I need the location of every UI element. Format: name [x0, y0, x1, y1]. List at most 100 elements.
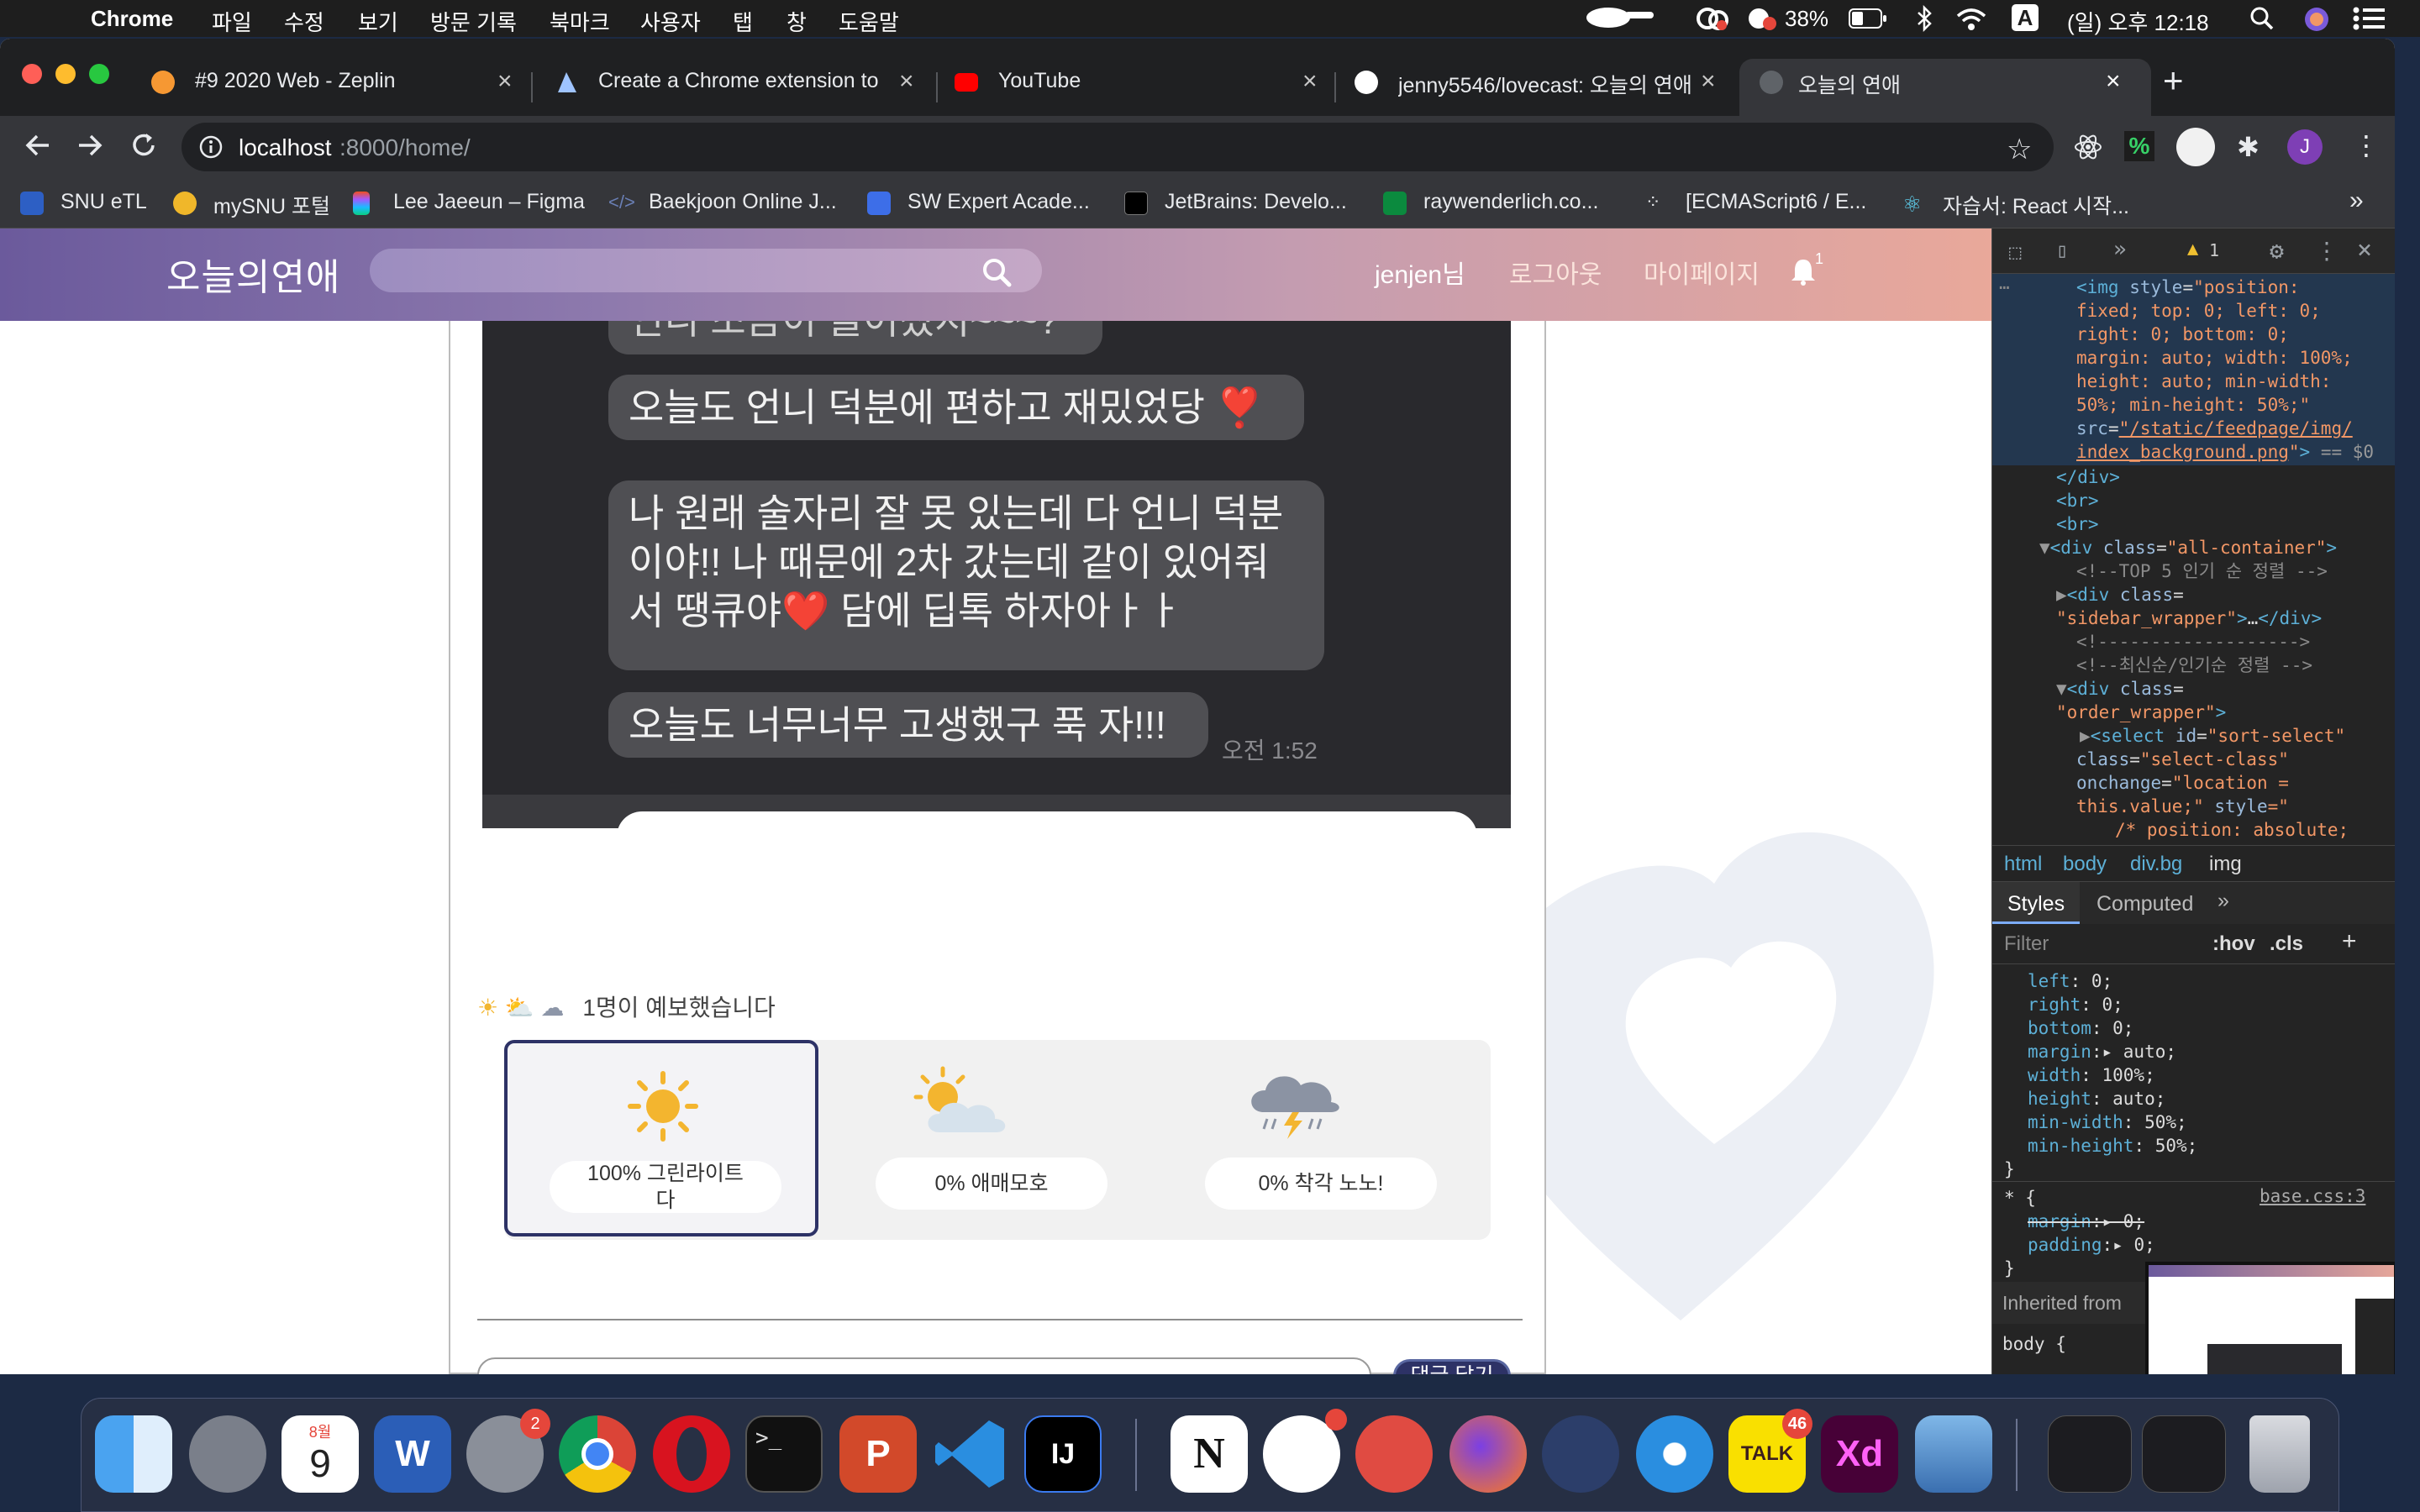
comment-submit-button[interactable]: 댓글 달기	[1393, 1359, 1511, 1374]
menu-history[interactable]: 방문 기록	[430, 6, 517, 37]
nav-username[interactable]: jenjen님	[1375, 254, 1465, 291]
launchpad-icon[interactable]	[189, 1415, 266, 1493]
cls-toggle[interactable]: .cls	[2270, 932, 2303, 956]
warning-icon[interactable]: ▲	[2187, 239, 2198, 260]
close-icon[interactable]: ×	[899, 67, 914, 96]
css-decl[interactable]: left: 0;	[2028, 969, 2112, 993]
css-decl[interactable]: height: auto;	[2028, 1087, 2165, 1110]
profile-avatar[interactable]: J	[2287, 129, 2323, 165]
menu-bookmarks[interactable]: 북마크	[550, 6, 610, 37]
settings-gear-icon[interactable]: ⚙	[2270, 237, 2284, 265]
crumb-div-bg[interactable]: div.bg	[2130, 853, 2182, 876]
new-tab-button[interactable]: +	[2163, 60, 2184, 101]
more-tabs-icon[interactable]: »	[2217, 889, 2229, 913]
css-decl[interactable]: margin:▸ auto;	[2028, 1040, 2176, 1063]
dom-node-order[interactable]: ▼<div class=	[2056, 677, 2184, 701]
close-devtools-icon[interactable]: ×	[2357, 235, 2372, 265]
intellij-icon[interactable]: IJ	[1024, 1415, 1102, 1493]
vote-option-greenlight[interactable]: 100% 그린라이트다	[504, 1040, 818, 1236]
kebab-menu-icon[interactable]: ⋮	[2353, 129, 2380, 161]
search-icon[interactable]	[981, 257, 1012, 291]
notification-app-icon[interactable]	[1746, 5, 1780, 38]
devtools-menu-icon[interactable]: ⋮	[2315, 237, 2338, 265]
css-rule-body[interactable]: body {	[2002, 1332, 2066, 1356]
tab-active-lovecast[interactable]: 오늘의 연애 ×	[1739, 59, 2151, 116]
react-devtools-icon[interactable]	[2074, 133, 2102, 165]
calendar-icon[interactable]: 8월 9	[281, 1415, 359, 1493]
tab-youtube[interactable]: YouTube ×	[955, 59, 1324, 116]
chrome-icon[interactable]	[559, 1415, 636, 1493]
css-decl[interactable]: min-height: 50%;	[2028, 1134, 2197, 1158]
styles-filter-input[interactable]: Filter	[2004, 932, 2049, 956]
preview-icon[interactable]	[1915, 1415, 1992, 1493]
close-icon[interactable]: ×	[2106, 67, 2121, 96]
inspect-icon[interactable]: ⬚	[2009, 240, 2021, 264]
reload-icon[interactable]	[129, 131, 158, 164]
hov-toggle[interactable]: :hov	[2212, 932, 2255, 956]
add-rule-icon[interactable]: +	[2342, 927, 2357, 956]
css-decl[interactable]: right: 0;	[2028, 993, 2123, 1016]
trash-icon[interactable]	[2249, 1415, 2310, 1493]
dom-node[interactable]: <br>	[2056, 512, 2099, 536]
address-bar[interactable]: localhost :8000/home/ ☆	[182, 123, 2054, 171]
css-decl[interactable]: width: 100%;	[2028, 1063, 2155, 1087]
device-toggle-icon[interactable]: ▯	[2056, 239, 2068, 262]
finder-icon[interactable]	[95, 1415, 172, 1493]
puzzle-icon[interactable]: ✱	[2237, 131, 2260, 163]
tab-zeplin[interactable]: #9 2020 Web - Zeplin ×	[151, 59, 521, 116]
dom-node-sidebar[interactable]: ▶<div class=	[2056, 583, 2184, 606]
slack-icon[interactable]	[1263, 1409, 1347, 1493]
adobe-xd-icon[interactable]: Xd	[1821, 1415, 1898, 1493]
minimize-window-button[interactable]	[55, 64, 76, 84]
dom-node[interactable]: <br>	[2056, 489, 2099, 512]
css-decl[interactable]: margin:▸ 0;	[2028, 1210, 2144, 1233]
dom-node-img[interactable]: <img style="position:	[2076, 276, 2300, 299]
menu-file[interactable]: 파일	[212, 6, 252, 37]
bookmarks-overflow-icon[interactable]: »	[2349, 186, 2364, 215]
tab-styles[interactable]: Styles	[2007, 892, 2065, 916]
menu-app-name[interactable]: Chrome	[91, 6, 173, 32]
css-decl[interactable]: padding:▸ 0;	[2028, 1233, 2155, 1257]
dom-node-select[interactable]: ▶<select id="sort-select"	[2080, 724, 2345, 748]
vote-option-mistake[interactable]: 0% 착각 노노!	[1163, 1040, 1477, 1236]
menu-edit[interactable]: 수정	[284, 6, 324, 37]
firefox-icon[interactable]	[1449, 1415, 1527, 1493]
zoom-window-button[interactable]	[89, 64, 109, 84]
menu-people[interactable]: 사용자	[640, 6, 701, 37]
siri-icon[interactable]	[2302, 5, 2331, 39]
css-decl[interactable]: bottom: 0;	[2028, 1016, 2133, 1040]
wifi-icon[interactable]	[1954, 7, 1988, 38]
extension-circle-icon[interactable]	[2176, 128, 2215, 166]
notion-icon[interactable]: N	[1171, 1415, 1248, 1493]
comment-input[interactable]	[477, 1357, 1371, 1374]
menu-help[interactable]: 도움말	[839, 6, 899, 37]
nav-mypage[interactable]: 마이페이지	[1644, 254, 1760, 291]
kakaotalk-icon[interactable]: TALK 46	[1728, 1409, 1812, 1493]
css-decl[interactable]: min-width: 50%;	[2028, 1110, 2187, 1134]
site-logo[interactable]: 오늘의연애	[166, 247, 340, 301]
vote-option-ambiguous[interactable]: 0% 애매모호	[834, 1040, 1148, 1236]
menu-view[interactable]: 보기	[358, 6, 398, 37]
crumb-img[interactable]: img	[2209, 853, 2242, 876]
whale-browser-icon[interactable]	[1542, 1415, 1619, 1493]
powerpoint-icon[interactable]: P	[839, 1415, 917, 1493]
bell-icon[interactable]	[1790, 257, 1817, 290]
minimized-window-thumbnail[interactable]	[2048, 1415, 2132, 1493]
css-rule-universal[interactable]: * {	[2004, 1186, 2036, 1210]
dom-node[interactable]: </div>	[2056, 465, 2120, 489]
status-app-icon[interactable]	[1583, 5, 1655, 36]
css-source-link[interactable]: base.css:3	[2260, 1186, 2365, 1206]
close-icon[interactable]: ×	[1302, 67, 1318, 96]
back-icon[interactable]	[24, 131, 52, 164]
site-search-input[interactable]	[370, 249, 1042, 292]
info-icon[interactable]	[198, 134, 224, 164]
battery-icon[interactable]	[1849, 8, 1887, 34]
control-center-icon[interactable]	[2353, 7, 2386, 36]
menu-window[interactable]: 창	[786, 6, 807, 37]
more-panels-icon[interactable]: »	[2113, 237, 2127, 262]
crumb-html[interactable]: html	[2004, 853, 2042, 876]
crumb-body[interactable]: body	[2063, 853, 2107, 876]
minimized-window-thumbnail[interactable]	[2142, 1415, 2226, 1493]
vscode-icon[interactable]	[932, 1415, 1009, 1493]
close-icon[interactable]: ×	[1701, 67, 1716, 96]
